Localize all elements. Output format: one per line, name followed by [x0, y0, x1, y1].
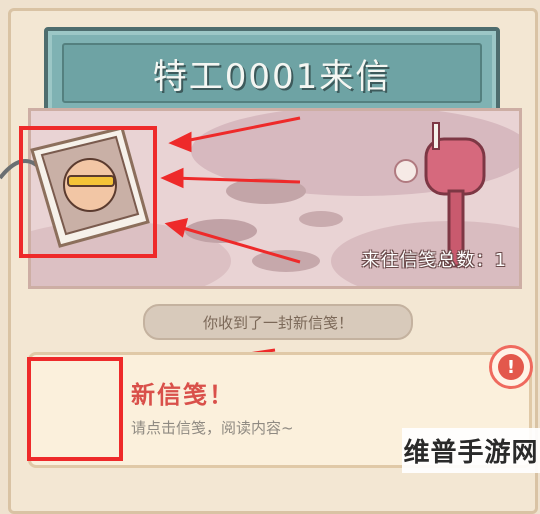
letter-count: 来往信笺总数：1 — [361, 250, 507, 271]
alert-icon: ! — [498, 354, 524, 380]
alert-button[interactable]: ! — [489, 345, 533, 389]
watermark: 维普手游网 — [402, 428, 540, 473]
stamp-highlight — [19, 126, 157, 258]
new-letter-notice: 你收到了一封新信笺！ — [143, 304, 413, 340]
page-title: 特工0001来信 — [152, 56, 392, 97]
letter-title: 新信笺！ — [131, 381, 235, 409]
envelope-highlight — [27, 357, 123, 461]
title-plaque: 特工0001来信 — [44, 27, 500, 119]
letter-subtitle: 请点击信笺，阅读内容~ — [131, 419, 294, 437]
